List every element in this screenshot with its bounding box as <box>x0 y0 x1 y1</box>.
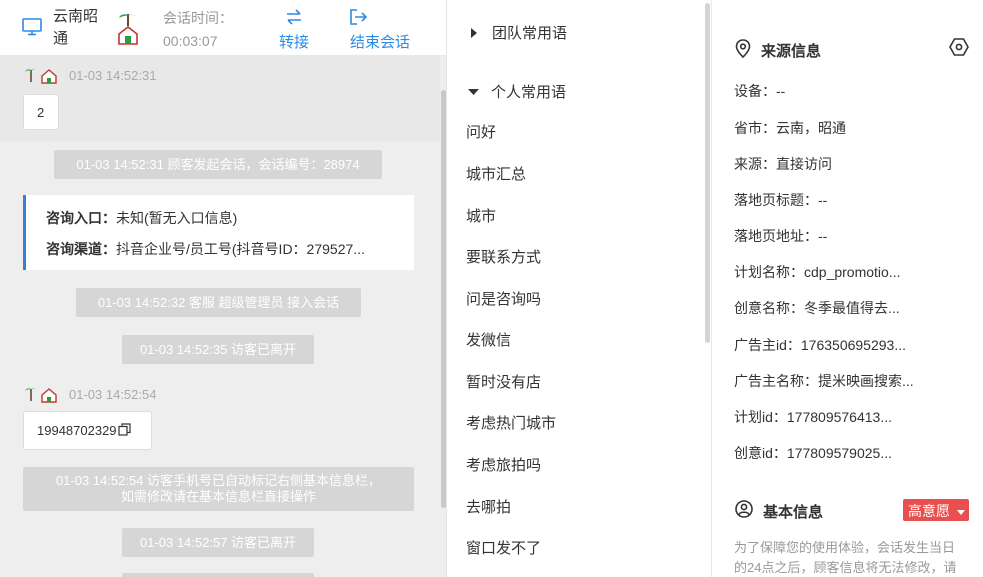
phrase-item[interactable]: 考虑热门城市 <box>466 412 556 433</box>
message-time: 01-03 14:52:54 <box>69 386 157 402</box>
phrase-item[interactable]: 问好 <box>466 121 496 142</box>
phrase-item[interactable]: 问是咨询吗 <box>466 288 541 309</box>
info-landing-title: 落地页标题：-- <box>734 192 828 208</box>
phrase-item[interactable]: 要联系方式 <box>466 246 541 267</box>
transfer-label: 转接 <box>278 34 309 51</box>
group-team-phrases[interactable]: 团队常用语 <box>470 22 567 43</box>
system-message: 01-03 14:52:54 访客手机号已自动标记右侧基本信息栏， 如需修改请在… <box>23 467 414 511</box>
location-pin-icon <box>735 39 751 62</box>
system-message: 01-03 14:52:32 客服 超级管理员 接入会话 <box>76 288 361 317</box>
visitor-location: 云南昭通 <box>53 8 99 47</box>
info-creative-id: 创意id：177809579025... <box>734 445 892 461</box>
info-landing-url: 落地页地址：-- <box>734 228 828 244</box>
group-personal-phrases[interactable]: 个人常用语 <box>468 81 566 102</box>
visitor-message-bubble: 19948702329 <box>23 411 152 450</box>
info-province-city: 省市：云南，昭通 <box>734 120 846 136</box>
system-message-partial <box>122 573 314 577</box>
phrase-item[interactable]: 暂时没有店 <box>466 371 541 392</box>
phrase-item[interactable]: 发微信 <box>466 329 511 350</box>
info-source: 来源：直接访问 <box>734 156 832 172</box>
user-circle-icon <box>735 500 753 522</box>
session-time-label: 会话时间： <box>163 10 233 26</box>
intent-level-label: 高意愿 <box>908 503 950 519</box>
phrase-item[interactable]: 窗口发不了 <box>466 537 541 558</box>
source-info-header: 来源信息 <box>735 39 821 62</box>
chat-history[interactable]: 01-03 14:52:31 2 01-03 14:52:31 顾客发起会话，会… <box>0 56 446 577</box>
info-creative-name: 创意名称：冬季最值得去... <box>734 300 900 316</box>
info-plan-id: 计划id：177809576413... <box>734 409 892 425</box>
info-advertiser-id: 广告主id：176350695293... <box>734 337 906 353</box>
caret-down-icon <box>468 85 482 99</box>
session-time-value: 00:03:07 <box>163 33 218 49</box>
copy-icon[interactable] <box>117 423 131 441</box>
visitor-message-header: 01-03 14:52:31 <box>25 66 156 84</box>
phrase-item[interactable]: 城市汇总 <box>466 163 526 184</box>
transfer-icon <box>278 6 310 28</box>
settings-hex-icon[interactable] <box>949 38 969 59</box>
info-plan-name: 计划名称：cdp_promotio... <box>734 264 901 280</box>
basic-info-header: 基本信息 <box>735 500 823 522</box>
chat-panel: 云南昭通 会话时间： 00:03:07 转接 结束会话 01-03 14:52:… <box>0 0 447 577</box>
system-message: 01-03 14:52:31 顾客发起会话，会话编号：28974 <box>54 150 382 179</box>
phrase-item[interactable]: 去哪拍 <box>466 496 511 517</box>
visitor-info-panel: 来源信息 设备：-- 省市：云南，昭通 来源：直接访问 落地页标题：-- 落地页… <box>713 0 983 577</box>
chat-scrollbar[interactable] <box>441 90 446 508</box>
info-advertiser-name: 广告主名称：提米映画搜索... <box>734 373 914 389</box>
visitor-avatar-icon <box>117 12 139 46</box>
consult-entry: 咨询入口：未知(暂无入口信息) <box>46 210 238 226</box>
end-session-label: 结束会话 <box>349 34 410 51</box>
logout-icon <box>348 6 412 28</box>
chat-header: 云南昭通 会话时间： 00:03:07 转接 结束会话 <box>0 0 446 56</box>
transfer-button[interactable]: 转接 <box>278 6 310 52</box>
phone-number-text: 19948702329 <box>37 423 117 438</box>
caret-down-icon <box>956 499 965 521</box>
consult-info-card: 咨询入口：未知(暂无入口信息) 咨询渠道：抖音企业号/员工号(抖音号ID：279… <box>23 195 414 270</box>
visitor-message-bubble: 2 <box>23 94 59 130</box>
visitor-avatar-small-icon <box>25 388 57 403</box>
intent-level-dropdown[interactable]: 高意愿 <box>903 499 969 521</box>
phrase-item[interactable]: 考虑旅拍吗 <box>466 454 541 475</box>
system-message: 01-03 14:52:57 访客已离开 <box>122 528 314 557</box>
source-info-title: 来源信息 <box>761 43 822 60</box>
visitor-avatar-small-icon <box>25 69 57 84</box>
phrase-item[interactable]: 城市 <box>466 205 496 226</box>
info-device: 设备：-- <box>734 83 786 99</box>
visitor-message-header: 01-03 14:52:54 <box>25 385 156 403</box>
phrases-scrollbar[interactable] <box>705 3 710 343</box>
end-session-button[interactable]: 结束会话 <box>348 6 412 52</box>
message-time: 01-03 14:52:31 <box>69 67 157 83</box>
caret-right-icon <box>470 26 484 40</box>
basic-info-note: 为了保障您的使用体验，会话发生当日的24点之后，顾客信息将无法修改，请 <box>734 540 957 575</box>
monitor-icon <box>22 18 42 36</box>
consult-channel: 咨询渠道：抖音企业号/员工号(抖音号ID：279527... <box>46 241 365 257</box>
system-message: 01-03 14:52:35 访客已离开 <box>122 335 314 364</box>
basic-info-title: 基本信息 <box>763 503 824 521</box>
quick-phrases-panel: 团队常用语 个人常用语 问好 城市汇总 城市 要联系方式 问是咨询吗 发微信 暂… <box>448 0 712 577</box>
